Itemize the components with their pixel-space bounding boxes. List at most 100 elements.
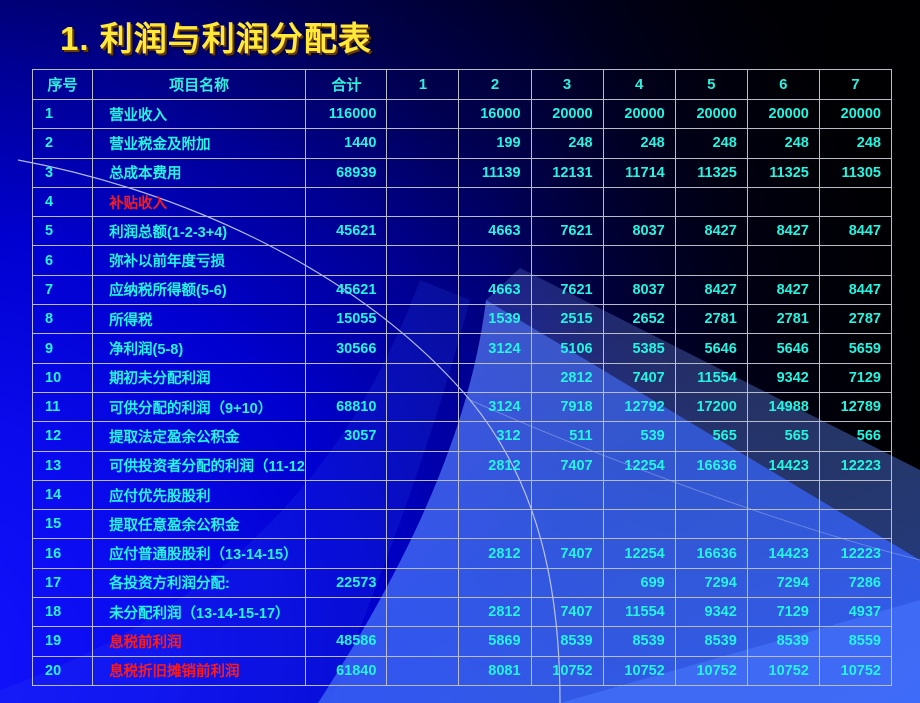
row-year-value (458, 567, 532, 599)
row-total-value (305, 538, 388, 569)
row-year-value: 511 (530, 421, 604, 452)
row-year-value (386, 655, 460, 686)
row-year-value: 1539 (458, 304, 532, 335)
row-year-value (458, 245, 532, 276)
row-total-value (305, 362, 388, 393)
row-year-value (530, 186, 604, 218)
table-row: 9 净利润(5-8) 30566 3124 5106 5385 5646 5646 5659 (31, 333, 893, 364)
row-year-value: 7129 (746, 597, 820, 628)
row-year-value: 2652 (602, 304, 676, 335)
row-index: 9 (31, 333, 94, 364)
row-total-value: 68939 (305, 157, 388, 188)
row-index: 8 (31, 304, 94, 335)
row-year-value: 8037 (602, 274, 676, 306)
col-header-year-2: 2 (458, 69, 532, 100)
row-item-name: 息税前利润 (92, 626, 307, 657)
col-header-year-6: 6 (746, 69, 820, 100)
row-item-name: 应付普通股股利（13-14-15） (92, 538, 307, 569)
row-year-value: 10752 (602, 655, 676, 686)
row-year-value: 20000 (602, 98, 676, 130)
row-year-value: 14988 (746, 391, 820, 423)
row-year-value: 12792 (602, 391, 676, 423)
row-year-value: 8037 (602, 216, 676, 247)
row-year-value (386, 128, 460, 159)
row-year-value: 8081 (458, 655, 532, 686)
row-year-value: 7918 (530, 391, 604, 423)
row-year-value (818, 479, 893, 511)
table-row: 10 期初未分配利润 2812 7407 11554 9342 7129 (31, 362, 893, 393)
row-year-value: 14423 (746, 450, 820, 481)
row-total-value (305, 597, 388, 628)
row-year-value: 566 (818, 421, 893, 452)
row-year-value: 7129 (818, 362, 893, 393)
row-year-value (818, 245, 893, 276)
row-year-value (530, 509, 604, 540)
row-year-value: 11139 (458, 157, 532, 188)
row-item-name: 利润总额(1-2-3+4) (92, 216, 307, 247)
col-header-total: 合计 (305, 69, 388, 100)
row-total-value: 48586 (305, 626, 388, 657)
row-year-value: 11554 (602, 597, 676, 628)
profit-distribution-table-wrap: 序号 项目名称 合计 1 2 3 4 5 6 7 1 营业收入 116000 1600… (31, 69, 893, 686)
row-year-value: 4663 (458, 274, 532, 306)
row-year-value (674, 479, 748, 511)
row-index: 5 (31, 216, 94, 247)
row-year-value: 8427 (674, 216, 748, 247)
row-item-name: 补贴收入 (92, 186, 307, 218)
table-row: 6 弥补以前年度亏损 (31, 245, 893, 276)
row-year-value (386, 98, 460, 130)
row-year-value: 248 (674, 128, 748, 159)
row-year-value (746, 509, 820, 540)
col-header-year-5: 5 (674, 69, 748, 100)
row-year-value: 8559 (818, 626, 893, 657)
row-index: 20 (31, 655, 94, 686)
row-year-value: 10752 (818, 655, 893, 686)
row-year-value: 12254 (602, 450, 676, 481)
row-index: 2 (31, 128, 94, 159)
row-index: 4 (31, 186, 94, 218)
row-year-value (746, 186, 820, 218)
row-year-value (386, 333, 460, 364)
row-year-value: 5385 (602, 333, 676, 364)
row-year-value (746, 479, 820, 511)
table-row: 19 息税前利润 48586 5869 8539 8539 8539 8539 8559 (31, 626, 893, 657)
table-row: 4 补贴收入 (31, 186, 893, 218)
row-year-value: 8427 (746, 274, 820, 306)
row-year-value (602, 479, 676, 511)
row-year-value: 5869 (458, 626, 532, 657)
row-item-name: 可供分配的利润（9+10） (92, 391, 307, 423)
row-year-value: 10752 (746, 655, 820, 686)
table-row: 11 可供分配的利润（9+10） 68810 3124 7918 12792 17200 14… (31, 391, 893, 423)
row-year-value: 12789 (818, 391, 893, 423)
profit-distribution-table: 序号 项目名称 合计 1 2 3 4 5 6 7 1 营业收入 116000 1600… (31, 69, 893, 686)
row-year-value: 248 (530, 128, 604, 159)
row-year-value: 8427 (746, 216, 820, 247)
row-item-name: 营业税金及附加 (92, 128, 307, 159)
row-year-value (386, 362, 460, 393)
row-year-value: 12254 (602, 538, 676, 569)
row-index: 10 (31, 362, 94, 393)
col-header-year-1: 1 (386, 69, 460, 100)
col-header-year-7: 7 (818, 69, 893, 100)
row-item-name: 所得税 (92, 304, 307, 335)
row-year-value: 8447 (818, 274, 893, 306)
row-year-value (386, 274, 460, 306)
row-year-value: 3124 (458, 333, 532, 364)
row-year-value: 7407 (530, 450, 604, 481)
row-year-value: 11714 (602, 157, 676, 188)
table-row: 15 提取任意盈余公积金 (31, 509, 893, 540)
row-year-value (386, 479, 460, 511)
row-year-value (818, 509, 893, 540)
row-total-value (305, 450, 388, 481)
row-total-value: 1440 (305, 128, 388, 159)
row-year-value: 4663 (458, 216, 532, 247)
row-total-value: 15055 (305, 304, 388, 335)
row-year-value: 199 (458, 128, 532, 159)
row-year-value: 12223 (818, 450, 893, 481)
row-item-name: 弥补以前年度亏损 (92, 245, 307, 276)
row-year-value: 2515 (530, 304, 604, 335)
row-year-value: 5106 (530, 333, 604, 364)
row-item-name: 总成本费用 (92, 157, 307, 188)
row-year-value: 248 (602, 128, 676, 159)
row-total-value: 68810 (305, 391, 388, 423)
